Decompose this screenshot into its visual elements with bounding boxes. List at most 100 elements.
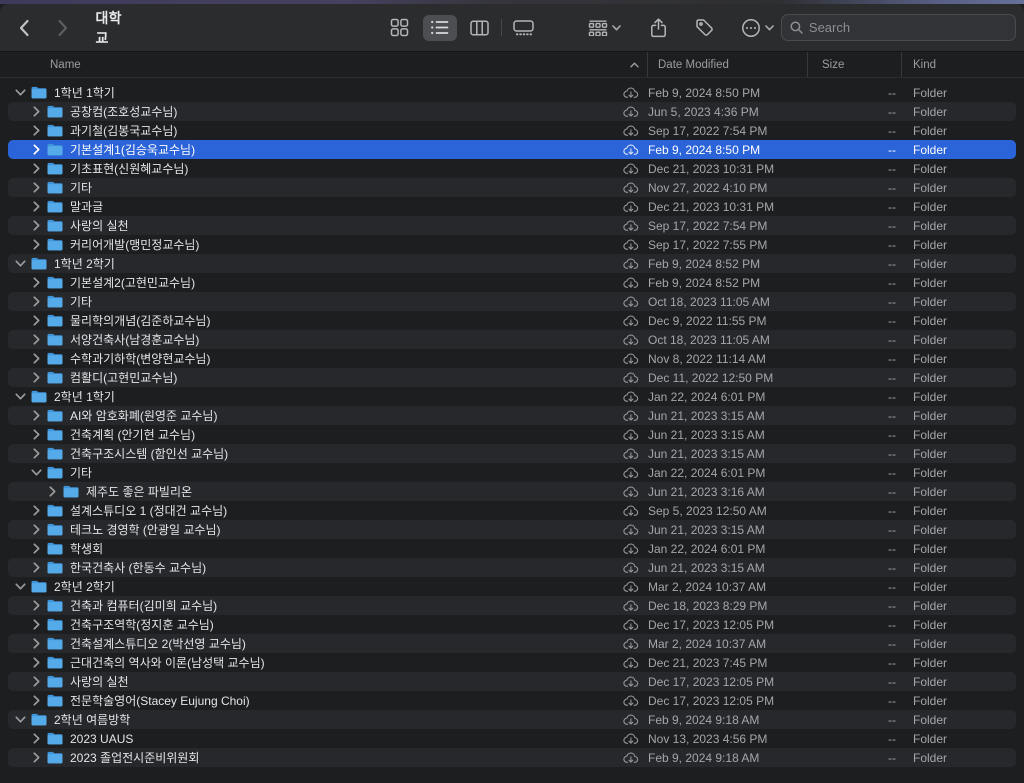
icloud-download-icon[interactable] (618, 257, 648, 270)
disclosure-chevron-icon[interactable] (28, 163, 44, 174)
disclosure-chevron-icon[interactable] (44, 486, 60, 497)
disclosure-chevron-icon[interactable] (28, 125, 44, 136)
icloud-download-icon[interactable] (618, 200, 648, 213)
icloud-download-icon[interactable] (618, 580, 648, 593)
disclosure-chevron-icon[interactable] (28, 239, 44, 250)
disclosure-chevron-icon[interactable] (28, 524, 44, 535)
disclosure-chevron-icon[interactable] (28, 372, 44, 383)
icloud-download-icon[interactable] (618, 751, 648, 764)
icloud-download-icon[interactable] (618, 409, 648, 422)
disclosure-chevron-icon[interactable] (28, 467, 44, 478)
table-row[interactable]: 사랑의 실천 Dec 17, 2023 12:05 PM -- Folder (8, 672, 1016, 691)
table-row[interactable]: 과기철(김봉국교수님) Sep 17, 2022 7:54 PM -- Fold… (8, 121, 1016, 140)
search-field[interactable] (781, 14, 1016, 41)
table-row[interactable]: AI와 암호화폐(원영준 교수님) Jun 21, 2023 3:15 AM -… (8, 406, 1016, 425)
table-row[interactable]: 테크노 경영학 (안광일 교수님) Jun 21, 2023 3:15 AM -… (8, 520, 1016, 539)
disclosure-chevron-icon[interactable] (28, 657, 44, 668)
icloud-download-icon[interactable] (618, 542, 648, 555)
disclosure-chevron-icon[interactable] (28, 144, 44, 155)
disclosure-chevron-icon[interactable] (12, 581, 28, 592)
icloud-download-icon[interactable] (618, 618, 648, 631)
icloud-download-icon[interactable] (618, 428, 648, 441)
table-row[interactable]: 커리어개발(맹민정교수님) Sep 17, 2022 7:55 PM -- Fo… (8, 235, 1016, 254)
table-row[interactable]: 2023 졸업전시준비위원회 Feb 9, 2024 9:18 AM -- Fo… (8, 748, 1016, 767)
disclosure-chevron-icon[interactable] (28, 619, 44, 630)
icloud-download-icon[interactable] (618, 561, 648, 574)
icloud-download-icon[interactable] (618, 694, 648, 707)
icloud-download-icon[interactable] (618, 143, 648, 156)
table-row[interactable]: 학생회 Jan 22, 2024 6:01 PM -- Folder (8, 539, 1016, 558)
icloud-download-icon[interactable] (618, 732, 648, 745)
search-input[interactable] (809, 20, 999, 35)
disclosure-chevron-icon[interactable] (28, 638, 44, 649)
table-row[interactable]: 사랑의 실천 Sep 17, 2022 7:54 PM -- Folder (8, 216, 1016, 235)
icloud-download-icon[interactable] (618, 314, 648, 327)
gallery-view-button[interactable] (506, 15, 541, 41)
disclosure-chevron-icon[interactable] (12, 87, 28, 98)
column-view-button[interactable] (463, 15, 497, 41)
icloud-download-icon[interactable] (618, 124, 648, 137)
icloud-download-icon[interactable] (618, 276, 648, 289)
disclosure-chevron-icon[interactable] (28, 353, 44, 364)
icloud-download-icon[interactable] (618, 105, 648, 118)
disclosure-chevron-icon[interactable] (28, 277, 44, 288)
table-row[interactable]: 제주도 좋은 파빌리온 Jun 21, 2023 3:16 AM -- Fold… (8, 482, 1016, 501)
table-row[interactable]: 근대건축의 역사와 이론(남성택 교수님) Dec 21, 2023 7:45 … (8, 653, 1016, 672)
group-by-button[interactable] (581, 15, 628, 41)
column-header-name[interactable]: Name (0, 52, 648, 77)
table-row[interactable]: 2023 UAUS Nov 13, 2023 4:56 PM -- Folder (8, 729, 1016, 748)
icloud-download-icon[interactable] (618, 333, 648, 346)
disclosure-chevron-icon[interactable] (28, 695, 44, 706)
icloud-download-icon[interactable] (618, 447, 648, 460)
disclosure-chevron-icon[interactable] (28, 543, 44, 554)
back-button[interactable] (12, 15, 37, 41)
icloud-download-icon[interactable] (618, 238, 648, 251)
disclosure-chevron-icon[interactable] (28, 448, 44, 459)
icloud-download-icon[interactable] (618, 599, 648, 612)
table-row[interactable]: 기본설계2(고현민교수님) Feb 9, 2024 8:52 PM -- Fol… (8, 273, 1016, 292)
disclosure-chevron-icon[interactable] (28, 410, 44, 421)
table-row[interactable]: 건축구조역학(정지훈 교수님) Dec 17, 2023 12:05 PM --… (8, 615, 1016, 634)
table-row[interactable]: 수학과기하학(변양현교수님) Nov 8, 2022 11:14 AM -- F… (8, 349, 1016, 368)
table-row[interactable]: 1학년 1학기 Feb 9, 2024 8:50 PM -- Folder (8, 83, 1016, 102)
table-row[interactable]: 2학년 여름방학 Feb 9, 2024 9:18 AM -- Folder (8, 710, 1016, 729)
icloud-download-icon[interactable] (618, 504, 648, 517)
icloud-download-icon[interactable] (618, 523, 648, 536)
icloud-download-icon[interactable] (618, 86, 648, 99)
disclosure-chevron-icon[interactable] (28, 106, 44, 117)
table-row[interactable]: 한국건축사 (한동수 교수님) Jun 21, 2023 3:15 AM -- … (8, 558, 1016, 577)
icloud-download-icon[interactable] (618, 162, 648, 175)
table-row[interactable]: 기타 Nov 27, 2022 4:10 PM -- Folder (8, 178, 1016, 197)
disclosure-chevron-icon[interactable] (12, 391, 28, 402)
icloud-download-icon[interactable] (618, 181, 648, 194)
icloud-download-icon[interactable] (618, 219, 648, 232)
disclosure-chevron-icon[interactable] (12, 258, 28, 269)
disclosure-chevron-icon[interactable] (28, 752, 44, 763)
table-row[interactable]: 기타 Jan 22, 2024 6:01 PM -- Folder (8, 463, 1016, 482)
icloud-download-icon[interactable] (618, 656, 648, 669)
table-row[interactable]: 2학년 1학기 Jan 22, 2024 6:01 PM -- Folder (8, 387, 1016, 406)
disclosure-chevron-icon[interactable] (28, 201, 44, 212)
icloud-download-icon[interactable] (618, 466, 648, 479)
table-row[interactable]: 1학년 2학기 Feb 9, 2024 8:52 PM -- Folder (8, 254, 1016, 273)
disclosure-chevron-icon[interactable] (12, 714, 28, 725)
list-view-button[interactable] (423, 15, 457, 41)
table-row[interactable]: 기초표현(신원혜교수님) Dec 21, 2023 10:31 PM -- Fo… (8, 159, 1016, 178)
disclosure-chevron-icon[interactable] (28, 600, 44, 611)
table-row[interactable]: 컴활디(고현민교수님) Dec 11, 2022 12:50 PM -- Fol… (8, 368, 1016, 387)
table-row[interactable]: 서양건축사(남경훈교수님) Oct 18, 2023 11:05 AM -- F… (8, 330, 1016, 349)
tag-button[interactable] (688, 15, 722, 41)
column-header-size[interactable]: Size (808, 52, 902, 77)
table-row[interactable]: 설계스튜디오 1 (정대건 교수님) Sep 5, 2023 12:50 AM … (8, 501, 1016, 520)
table-row[interactable]: 물리학의개념(김준하교수님) Dec 9, 2022 11:55 PM -- F… (8, 311, 1016, 330)
icloud-download-icon[interactable] (618, 485, 648, 498)
table-row[interactable]: 2학년 2학기 Mar 2, 2024 10:37 AM -- Folder (8, 577, 1016, 596)
icloud-download-icon[interactable] (618, 713, 648, 726)
icloud-download-icon[interactable] (618, 390, 648, 403)
icloud-download-icon[interactable] (618, 637, 648, 650)
disclosure-chevron-icon[interactable] (28, 220, 44, 231)
disclosure-chevron-icon[interactable] (28, 334, 44, 345)
table-row[interactable]: 건축계획 (안기현 교수님) Jun 21, 2023 3:15 AM -- F… (8, 425, 1016, 444)
table-row[interactable]: 말과글 Dec 21, 2023 10:31 PM -- Folder (8, 197, 1016, 216)
column-header-kind[interactable]: Kind (902, 52, 1024, 77)
